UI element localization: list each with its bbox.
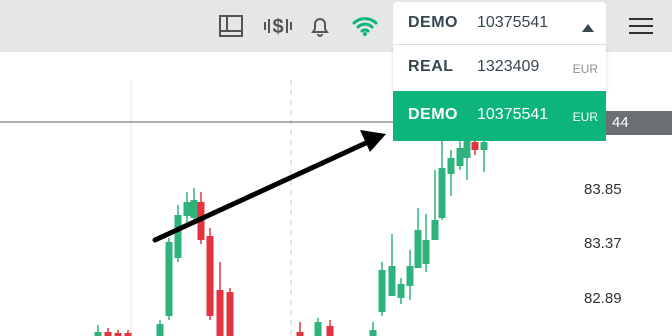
- account-option-demo[interactable]: DEMO 10375541 EUR: [393, 91, 606, 141]
- candle-body: [456, 148, 464, 166]
- svg-text:$: $: [272, 16, 283, 38]
- candle-body: [431, 220, 439, 240]
- current-price-tag: 44: [606, 111, 672, 135]
- bell-icon[interactable]: [307, 12, 333, 40]
- account-currency: EUR: [572, 110, 598, 124]
- candle-body: [438, 168, 446, 218]
- candle-body: [226, 292, 234, 336]
- candle-body: [471, 142, 479, 150]
- account-number: 1323409: [477, 58, 540, 75]
- account-selector[interactable]: DEMO 10375541: [393, 2, 606, 44]
- wifi-icon: [350, 12, 380, 40]
- caret-up-icon: [582, 19, 594, 37]
- candle-body: [104, 332, 112, 336]
- account-type: DEMO: [408, 106, 458, 123]
- menu-icon[interactable]: [626, 12, 656, 40]
- candle-body: [422, 240, 430, 264]
- candle-body: [480, 142, 488, 150]
- candle-body: [183, 202, 191, 216]
- annotation-arrow-line: [152, 139, 371, 243]
- candle-body: [216, 290, 224, 336]
- candle-body: [326, 326, 334, 336]
- candle-body: [414, 230, 422, 268]
- candles: [94, 140, 488, 336]
- candle-body: [447, 158, 455, 174]
- candle-body: [190, 200, 198, 218]
- layout-icon[interactable]: [217, 12, 245, 40]
- y-label: 83.85: [584, 181, 622, 198]
- candle-body: [406, 266, 414, 286]
- candle-body: [156, 324, 164, 336]
- candle-body: [378, 270, 386, 312]
- candle-body: [388, 266, 396, 296]
- candle-body: [463, 140, 471, 158]
- account-number: 10375541: [477, 106, 549, 123]
- cash-sound-icon[interactable]: $: [262, 12, 294, 40]
- candle-body: [296, 332, 304, 336]
- annotation-arrow-head: [360, 130, 386, 152]
- candle-body: [174, 215, 182, 258]
- account-option-real[interactable]: REAL 1323409 EUR: [393, 45, 606, 91]
- selected-account-number: 10375541: [477, 14, 549, 31]
- y-label: 83.37: [584, 235, 622, 252]
- candle-body: [94, 332, 102, 336]
- selected-account-type: DEMO: [408, 14, 458, 31]
- candle-body: [165, 242, 173, 316]
- candle-body: [369, 330, 377, 336]
- account-type: REAL: [408, 58, 454, 75]
- account-currency: EUR: [572, 62, 598, 76]
- y-label: 82.89: [584, 290, 622, 307]
- candle-body: [397, 284, 405, 298]
- candle-body: [206, 236, 214, 316]
- candle-body: [314, 322, 322, 336]
